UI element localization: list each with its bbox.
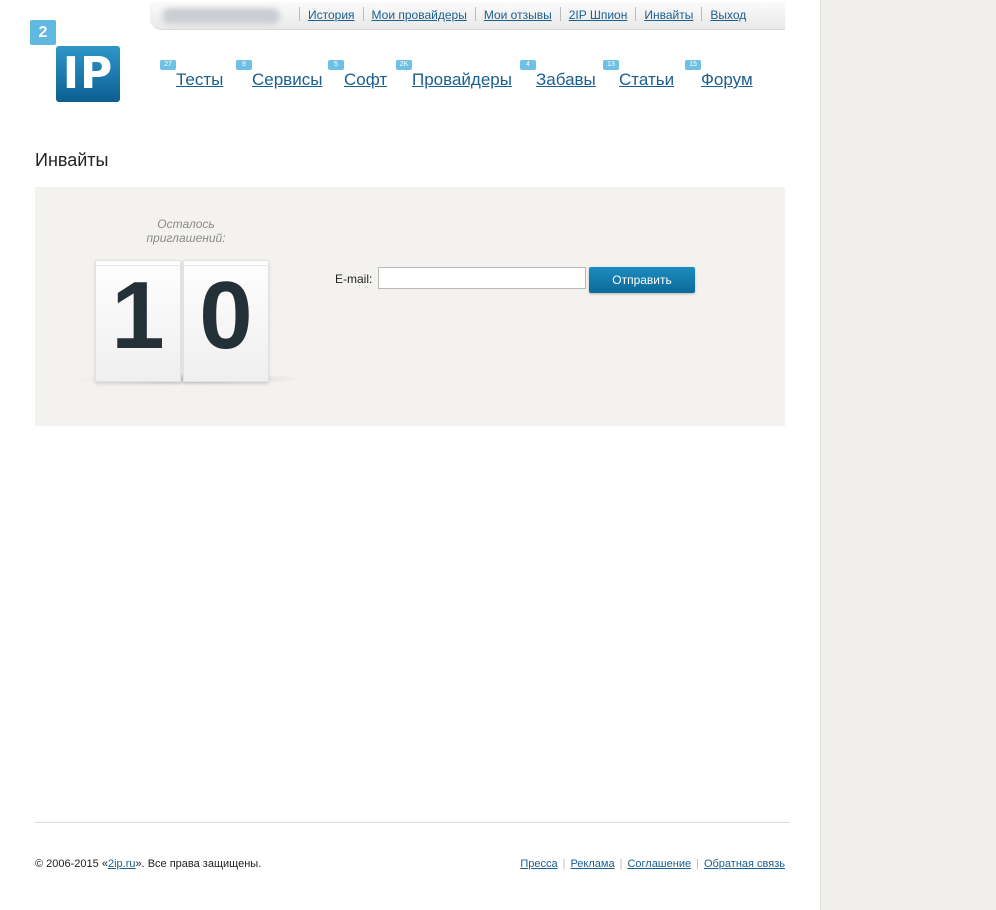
nav-count-badge: 15 xyxy=(685,60,701,70)
nav-count-badge: 2K xyxy=(396,60,412,70)
site-link[interactable]: 2ip.ru xyxy=(108,858,136,870)
email-label: E-mail: xyxy=(335,272,373,286)
counter-digit: 0 xyxy=(183,260,269,382)
separator: | xyxy=(619,858,623,870)
copyright: © 2006-2015 «2ip.ru». Все права защищены… xyxy=(35,858,261,870)
nav-link-soft[interactable]: Софт xyxy=(344,70,387,90)
site-logo[interactable]: IP 2 xyxy=(30,20,122,104)
separator xyxy=(299,7,300,21)
footer-link-agreement[interactable]: Соглашение xyxy=(627,858,691,870)
footer-link-ads[interactable]: Реклама xyxy=(570,858,614,870)
my-providers-link[interactable]: Мои провайдеры xyxy=(372,8,467,22)
username-blurred[interactable] xyxy=(162,8,280,24)
footer-divider xyxy=(35,822,790,823)
page-title: Инвайты xyxy=(35,150,109,170)
separator xyxy=(474,7,476,21)
counter-digit: 1 xyxy=(95,260,181,382)
separator xyxy=(635,7,637,21)
separator: | xyxy=(562,858,566,870)
footer-link-feedback[interactable]: Обратная связь xyxy=(704,858,785,870)
email-input[interactable] xyxy=(378,267,586,289)
history-link[interactable]: История xyxy=(308,8,355,22)
nav-count-badge: 9 xyxy=(236,60,252,70)
spy-link[interactable]: 2IP Шпион xyxy=(569,8,628,22)
nav-count-badge: 27 xyxy=(160,60,176,70)
invite-panel: Осталось приглашений: 1 0 E-mail: Отправ… xyxy=(35,187,785,426)
separator xyxy=(559,7,561,21)
right-gutter xyxy=(820,0,996,910)
my-reviews-link[interactable]: Мои отзывы xyxy=(484,8,552,22)
user-links: История Мои провайдеры Мои отзывы 2IP Шпион… xyxy=(291,7,746,22)
logo-main: IP xyxy=(56,46,120,102)
remaining-invites-label: Осталось приглашений: xyxy=(146,217,226,245)
nav-count-badge: 4 xyxy=(520,60,536,70)
nav-link-providers[interactable]: Провайдеры xyxy=(412,70,512,90)
nav-count-badge: 13 xyxy=(603,60,619,70)
nav-link-articles[interactable]: Статьи xyxy=(619,70,674,90)
nav-link-tests[interactable]: Тесты xyxy=(176,70,223,90)
invites-link[interactable]: Инвайты xyxy=(644,8,693,22)
nav-count-badge: 5 xyxy=(328,60,344,70)
logout-link[interactable]: Выход xyxy=(710,8,746,22)
copyright-suffix: ». Все права защищены. xyxy=(135,858,262,870)
separator: | xyxy=(696,858,699,870)
send-button[interactable]: Отправить xyxy=(589,267,695,293)
copyright-prefix: © 2006-2015 « xyxy=(35,858,108,870)
user-bar: История Мои провайдеры Мои отзывы 2IP Шпион… xyxy=(150,2,785,30)
footer-link-press[interactable]: Пресса xyxy=(520,858,557,870)
logo-badge: 2 xyxy=(30,20,56,45)
separator xyxy=(701,7,703,21)
separator xyxy=(362,7,364,21)
nav-link-fun[interactable]: Забавы xyxy=(536,70,596,90)
nav-link-services[interactable]: Сервисы xyxy=(252,70,322,90)
invite-counter: 1 0 xyxy=(75,260,305,385)
nav-link-forum[interactable]: Форум xyxy=(701,70,753,90)
footer-links: Пресса | Реклама | Соглашение | Обратная связь xyxy=(520,858,785,870)
